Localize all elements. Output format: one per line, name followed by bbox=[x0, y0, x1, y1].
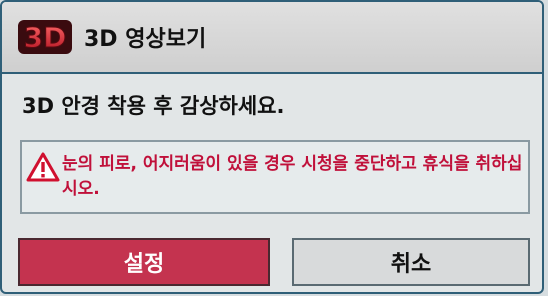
warning-triangle-icon bbox=[26, 152, 60, 182]
dialog-header: 3D 3D 영상보기 bbox=[2, 2, 542, 74]
3d-logo-icon: 3D bbox=[16, 17, 74, 57]
warning-text: 눈의 피로, 어지러움이 있을 경우 시청을 중단하고 휴식을 취하십시오. bbox=[62, 154, 523, 199]
warning-box: 눈의 피로, 어지러움이 있을 경우 시청을 중단하고 휴식을 취하십시오. bbox=[20, 140, 530, 214]
3d-view-dialog: 3D 3D 영상보기 3D 안경 착용 후 감상하세요. 눈의 피로, 어지러움… bbox=[0, 0, 544, 294]
cancel-button[interactable]: 취소 bbox=[292, 238, 530, 286]
cancel-button-label: 취소 bbox=[390, 252, 432, 277]
instruction-message: 3D 안경 착용 후 감상하세요. bbox=[22, 94, 285, 118]
setup-button-label: 설정 bbox=[123, 252, 165, 277]
setup-button[interactable]: 설정 bbox=[18, 238, 270, 286]
svg-text:3D: 3D bbox=[24, 21, 67, 54]
dialog-title: 3D 영상보기 bbox=[84, 27, 207, 52]
